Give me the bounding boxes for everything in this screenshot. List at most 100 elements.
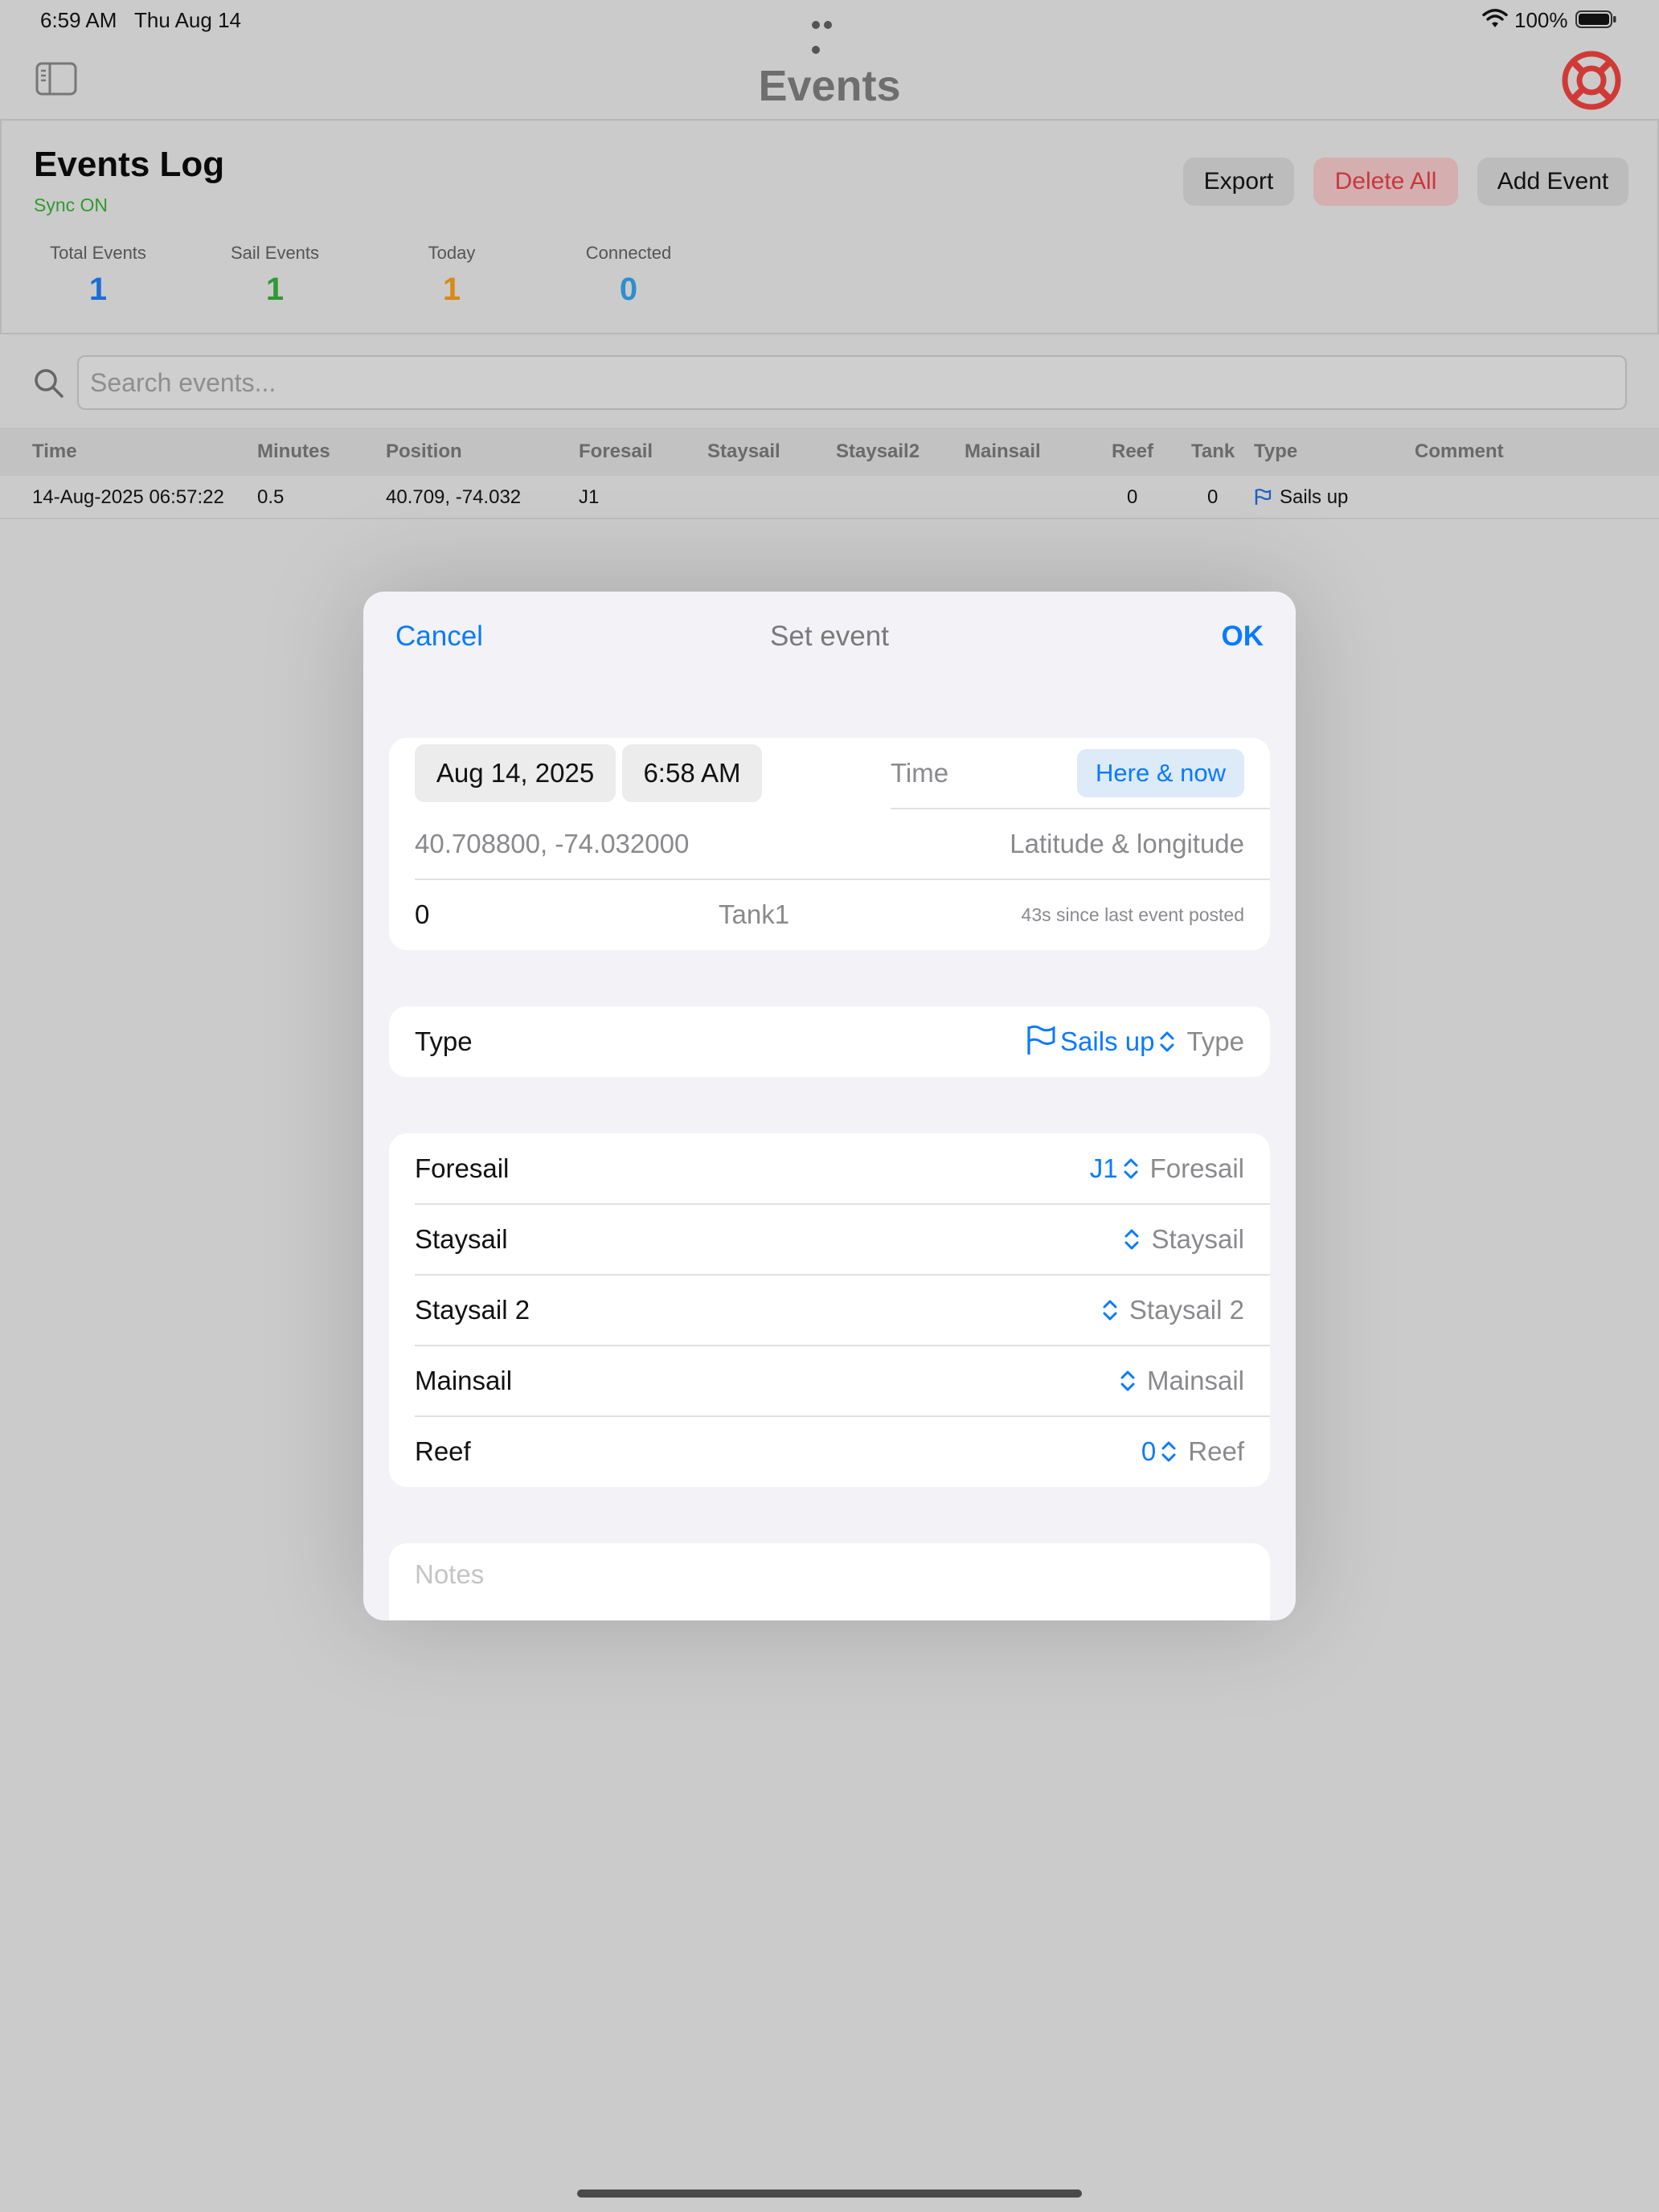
cell-foresail: J1: [579, 486, 600, 508]
stat-label: Connected: [585, 243, 672, 263]
events-log-header: Events Log Sync ON Export Delete All Add…: [0, 119, 1659, 334]
foresail-hint: Foresail: [1149, 1153, 1244, 1183]
reef-row[interactable]: Reef 0 Reef: [389, 1416, 1270, 1487]
nav-bar: Events: [0, 40, 1659, 121]
flag-icon: [1255, 489, 1272, 505]
set-event-sheet: Set event Cancel OK Aug 14, 2025 6:58 AM…: [363, 592, 1296, 1620]
cell-reef: 0: [1127, 486, 1138, 508]
stat-label: Total Events: [50, 243, 146, 263]
reef-picker[interactable]: 0 Reef: [1141, 1416, 1244, 1487]
date-picker[interactable]: Aug 14, 2025: [415, 744, 616, 802]
events-table: Time Minutes Position Foresail Staysail …: [0, 428, 1659, 519]
staysail2-picker[interactable]: Staysail 2: [1097, 1275, 1244, 1346]
mainsail-row[interactable]: Mainsail Mainsail: [389, 1346, 1270, 1416]
column-header-mainsail[interactable]: Mainsail: [965, 428, 1041, 476]
status-bar: 6:59 AM Thu Aug 14 100%: [0, 0, 1659, 54]
stat-value: 1: [442, 272, 461, 307]
here-and-now-button[interactable]: Here & now: [1077, 749, 1244, 797]
staysail2-row[interactable]: Staysail 2 Staysail 2: [389, 1275, 1270, 1346]
multitasking-dots-icon[interactable]: [812, 10, 847, 54]
type-card: Type Sails up Type: [389, 1006, 1270, 1077]
cell-tank: 0: [1207, 486, 1219, 508]
column-header-type[interactable]: Type: [1254, 428, 1297, 476]
table-row[interactable]: 14-Aug-2025 06:57:22 0.5 40.709, -74.032…: [0, 476, 1659, 519]
events-log-title: Events Log: [34, 145, 225, 184]
flag-icon: [1027, 1025, 1055, 1055]
chevron-up-down-icon: [1161, 1441, 1176, 1462]
ok-button[interactable]: OK: [1222, 621, 1264, 653]
column-header-reef[interactable]: Reef: [1112, 428, 1153, 476]
stat-total-events: Total Events 1: [10, 243, 186, 308]
column-header-position[interactable]: Position: [386, 428, 462, 476]
time-picker[interactable]: 6:58 AM: [622, 744, 762, 802]
since-last-event: 43s since last event posted: [1021, 904, 1244, 925]
foresail-label: Foresail: [415, 1153, 510, 1183]
mainsail-label: Mainsail: [415, 1366, 513, 1395]
chevron-up-down-icon: [1120, 1370, 1135, 1391]
battery-percent: 100%: [1514, 8, 1568, 32]
foresail-row[interactable]: Foresail J1 Foresail: [389, 1133, 1270, 1204]
stat-today: Today 1: [363, 243, 540, 308]
staysail-hint: Staysail: [1151, 1224, 1244, 1254]
stat-connected: Connected 0: [540, 243, 717, 308]
stat-value: 1: [265, 272, 285, 307]
column-header-minutes[interactable]: Minutes: [257, 428, 330, 476]
column-header-comment[interactable]: Comment: [1415, 428, 1504, 476]
staysail2-label: Staysail 2: [415, 1295, 530, 1325]
staysail-label: Staysail: [415, 1224, 508, 1254]
staysail2-hint: Staysail 2: [1129, 1295, 1244, 1325]
column-header-time[interactable]: Time: [32, 428, 77, 476]
type-label: Type: [415, 1026, 473, 1056]
search-bar: [0, 338, 1659, 426]
tank-value[interactable]: 0: [415, 879, 429, 950]
cell-type-label: Sails up: [1280, 486, 1349, 508]
status-time: 6:59 AM: [40, 8, 117, 32]
notes-field[interactable]: Notes: [389, 1543, 1270, 1620]
sheet-title: Set event: [770, 621, 889, 652]
chevron-up-down-icon: [1160, 1031, 1174, 1052]
reef-label: Reef: [415, 1436, 471, 1466]
column-header-staysail[interactable]: Staysail: [707, 428, 780, 476]
notes-placeholder: Notes: [415, 1559, 485, 1589]
add-event-button[interactable]: Add Event: [1477, 158, 1628, 206]
time-position-card: Aug 14, 2025 6:58 AM Time Here & now 40.…: [389, 738, 1270, 950]
tank-row[interactable]: 0 Tank1 43s since last event posted: [389, 879, 1270, 950]
delete-all-button[interactable]: Delete All: [1313, 158, 1458, 206]
cell-time: 14-Aug-2025 06:57:22: [32, 486, 224, 508]
staysail-picker[interactable]: Staysail: [1119, 1204, 1244, 1275]
chevron-up-down-icon: [1124, 1158, 1138, 1179]
coordinates-value[interactable]: 40.708800, -74.032000: [415, 809, 689, 879]
lifebuoy-icon[interactable]: [1561, 50, 1622, 111]
type-hint: Type: [1186, 1026, 1244, 1056]
coordinates-row[interactable]: 40.708800, -74.032000 Latitude & longitu…: [389, 809, 1270, 879]
type-row[interactable]: Type Sails up Type: [389, 1006, 1270, 1077]
stat-sail-events: Sail Events 1: [186, 243, 363, 308]
battery-icon: [1575, 10, 1616, 28]
table-header: Time Minutes Position Foresail Staysail …: [0, 428, 1659, 476]
mainsail-picker[interactable]: Mainsail: [1115, 1346, 1244, 1416]
foresail-picker[interactable]: J1 Foresail: [1090, 1133, 1244, 1204]
nav-title: Events: [758, 62, 901, 110]
search-input[interactable]: [77, 355, 1627, 410]
staysail-row[interactable]: Staysail Staysail: [389, 1204, 1270, 1275]
cell-position: 40.709, -74.032: [386, 486, 522, 508]
time-row: Aug 14, 2025 6:58 AM Time Here & now: [389, 738, 1270, 809]
export-button[interactable]: Export: [1183, 158, 1294, 206]
coordinates-label: Latitude & longitude: [1010, 829, 1244, 858]
column-header-tank[interactable]: Tank: [1191, 428, 1235, 476]
column-header-foresail[interactable]: Foresail: [579, 428, 653, 476]
time-label: Time: [891, 758, 949, 788]
type-picker[interactable]: Sails up Type: [1025, 1006, 1244, 1077]
cell-minutes: 0.5: [257, 486, 285, 508]
stat-value: 1: [88, 272, 108, 307]
type-value: Sails up: [1060, 1026, 1155, 1056]
search-icon: [35, 369, 63, 398]
column-header-staysail2[interactable]: Staysail2: [836, 428, 920, 476]
cell-type: Sails up: [1254, 476, 1348, 519]
sync-status: Sync ON: [34, 195, 109, 215]
home-indicator[interactable]: [577, 2189, 1082, 2198]
cancel-button[interactable]: Cancel: [395, 621, 483, 653]
stat-label: Today: [428, 243, 476, 263]
sails-card: Foresail J1 Foresail Staysail Staysail St…: [389, 1133, 1270, 1487]
chevron-up-down-icon: [1103, 1300, 1117, 1321]
